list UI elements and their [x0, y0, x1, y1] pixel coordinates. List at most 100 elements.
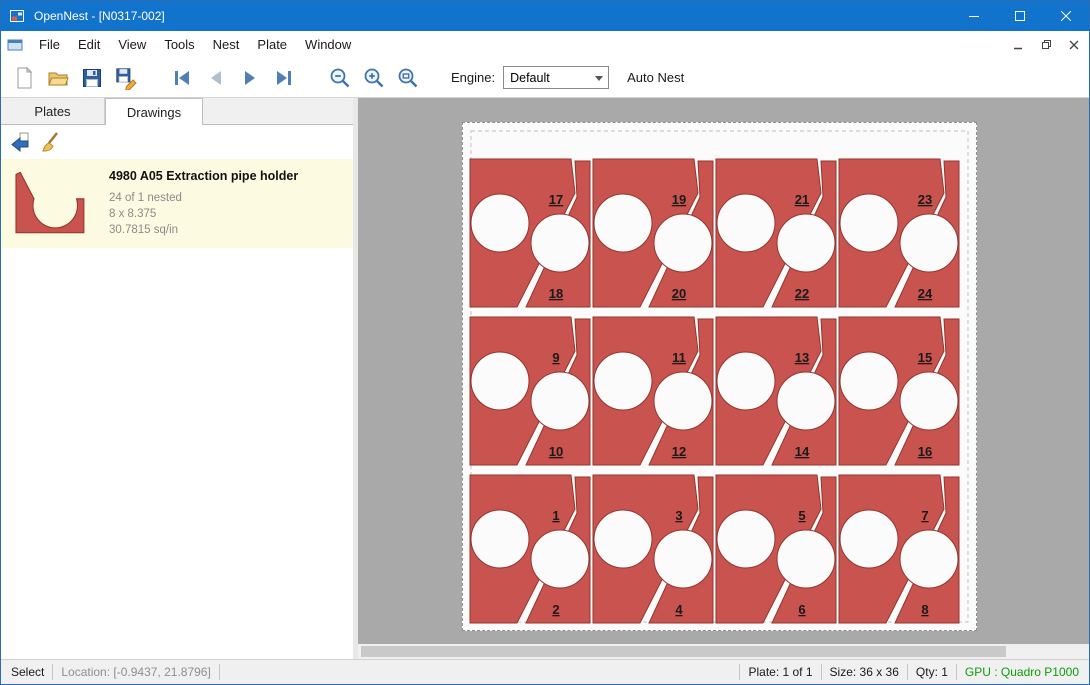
part-number-label: 17 [549, 192, 563, 207]
plate-drawing[interactable]: 171819202122232491011121314151612345678 [463, 123, 976, 630]
mdi-restore-button[interactable] [1033, 34, 1059, 56]
zoom-in-icon [362, 66, 386, 90]
app-window: OpenNest - [N0317-002] File Edit View To… [0, 0, 1090, 685]
part-hole [531, 214, 589, 272]
sidebar-tabs: Plates Drawings [1, 98, 353, 125]
part-hole [471, 510, 529, 568]
part-number-label: 2 [552, 602, 559, 617]
mdi-restore-icon [1041, 39, 1052, 50]
part-hole [840, 510, 898, 568]
part-number-label: 23 [918, 192, 932, 207]
part-hole [777, 214, 835, 272]
horizontal-scrollbar[interactable] [358, 644, 1089, 659]
broom-icon [38, 130, 62, 154]
next-plate-button[interactable] [233, 62, 267, 94]
part-hole [840, 352, 898, 410]
zoom-out-button[interactable] [323, 62, 357, 94]
plate-sheet[interactable]: 171819202122232491011121314151612345678 [462, 122, 977, 631]
part-number-label: 15 [918, 350, 932, 365]
drawing-nested-count: 24 of 1 nested [109, 190, 298, 206]
menu-view[interactable]: View [109, 31, 155, 58]
part-number-label: 14 [795, 444, 810, 459]
zoom-fit-button[interactable] [391, 62, 425, 94]
status-plate: Plate: 1 of 1 [748, 665, 812, 679]
save-edit-icon [114, 66, 138, 90]
open-button[interactable] [41, 62, 75, 94]
part-hole [531, 372, 589, 430]
menu-edit[interactable]: Edit [69, 31, 109, 58]
status-separator [739, 664, 740, 680]
maximize-button[interactable] [997, 1, 1043, 31]
drawing-size: 8 x 8.375 [109, 206, 298, 222]
part-hole [777, 372, 835, 430]
drawing-list-item[interactable]: 4980 A05 Extraction pipe holder 24 of 1 … [1, 159, 353, 248]
first-plate-button[interactable] [165, 62, 199, 94]
sidebar: Plates Drawings [1, 98, 353, 659]
return-arrow-icon [8, 130, 32, 154]
chevron-down-icon [595, 76, 603, 81]
minimize-icon [969, 11, 979, 21]
part-hole [900, 214, 958, 272]
drawing-list-empty-area [1, 248, 353, 659]
save-button[interactable] [75, 62, 109, 94]
save-icon [80, 66, 104, 90]
status-location: Location: [-0.9437, 21.8796] [61, 665, 210, 679]
open-folder-icon [46, 66, 70, 90]
status-mode: Select [1, 665, 44, 679]
mdi-close-button[interactable] [1061, 34, 1087, 56]
menu-nest[interactable]: Nest [204, 31, 249, 58]
status-size: Size: 36 x 36 [830, 665, 899, 679]
tab-drawings[interactable]: Drawings [105, 98, 203, 125]
status-bar: Select Location: [-0.9437, 21.8796] Plat… [1, 659, 1089, 684]
part-hole [717, 194, 775, 252]
part-number-label: 24 [918, 286, 933, 301]
part-hole [654, 372, 712, 430]
auto-nest-label[interactable]: Auto Nest [627, 70, 684, 85]
part-number-label: 7 [921, 508, 928, 523]
zoom-in-button[interactable] [357, 62, 391, 94]
part-number-label: 16 [918, 444, 932, 459]
main-toolbar: Engine: Default Auto Nest [1, 58, 1089, 98]
previous-plate-icon [204, 66, 228, 90]
part-hole [654, 214, 712, 272]
next-plate-icon [238, 66, 262, 90]
part-number-label: 18 [549, 286, 563, 301]
close-button[interactable] [1043, 1, 1089, 31]
part-number-label: 21 [795, 192, 809, 207]
previous-plate-button[interactable] [199, 62, 233, 94]
engine-label: Engine: [451, 70, 495, 85]
part-hole [594, 510, 652, 568]
clean-button[interactable] [35, 128, 65, 156]
zoom-fit-icon [396, 66, 420, 90]
part-number-label: 1 [552, 508, 559, 523]
status-separator [219, 664, 220, 680]
new-file-button[interactable] [7, 62, 41, 94]
status-qty: Qty: 1 [916, 665, 948, 679]
menu-file[interactable]: File [30, 31, 69, 58]
menu-plate[interactable]: Plate [248, 31, 296, 58]
menu-tools[interactable]: Tools [155, 31, 203, 58]
last-plate-button[interactable] [267, 62, 301, 94]
return-part-button[interactable] [5, 128, 35, 156]
status-separator [821, 664, 822, 680]
part-number-label: 19 [672, 192, 686, 207]
save-edit-button[interactable] [109, 62, 143, 94]
part-hole [654, 530, 712, 588]
first-plate-icon [170, 66, 194, 90]
engine-select[interactable]: Default [503, 66, 609, 89]
window-title: OpenNest - [N0317-002] [34, 9, 165, 23]
menu-window[interactable]: Window [296, 31, 360, 58]
maximize-icon [1015, 11, 1025, 21]
part-hole [471, 194, 529, 252]
part-number-label: 5 [798, 508, 805, 523]
nest-canvas[interactable]: 171819202122232491011121314151612345678 [358, 98, 1089, 644]
drawings-toolbar [1, 125, 353, 159]
minimize-button[interactable] [951, 1, 997, 31]
tab-plates[interactable]: Plates [1, 98, 105, 124]
part-number-label: 12 [672, 444, 686, 459]
part-shape-icon [9, 167, 93, 237]
horizontal-scrollbar-thumb[interactable] [361, 646, 1006, 657]
mdi-minimize-button[interactable] [1005, 34, 1031, 56]
mdi-close-icon [1069, 40, 1079, 50]
part-number-label: 6 [798, 602, 805, 617]
